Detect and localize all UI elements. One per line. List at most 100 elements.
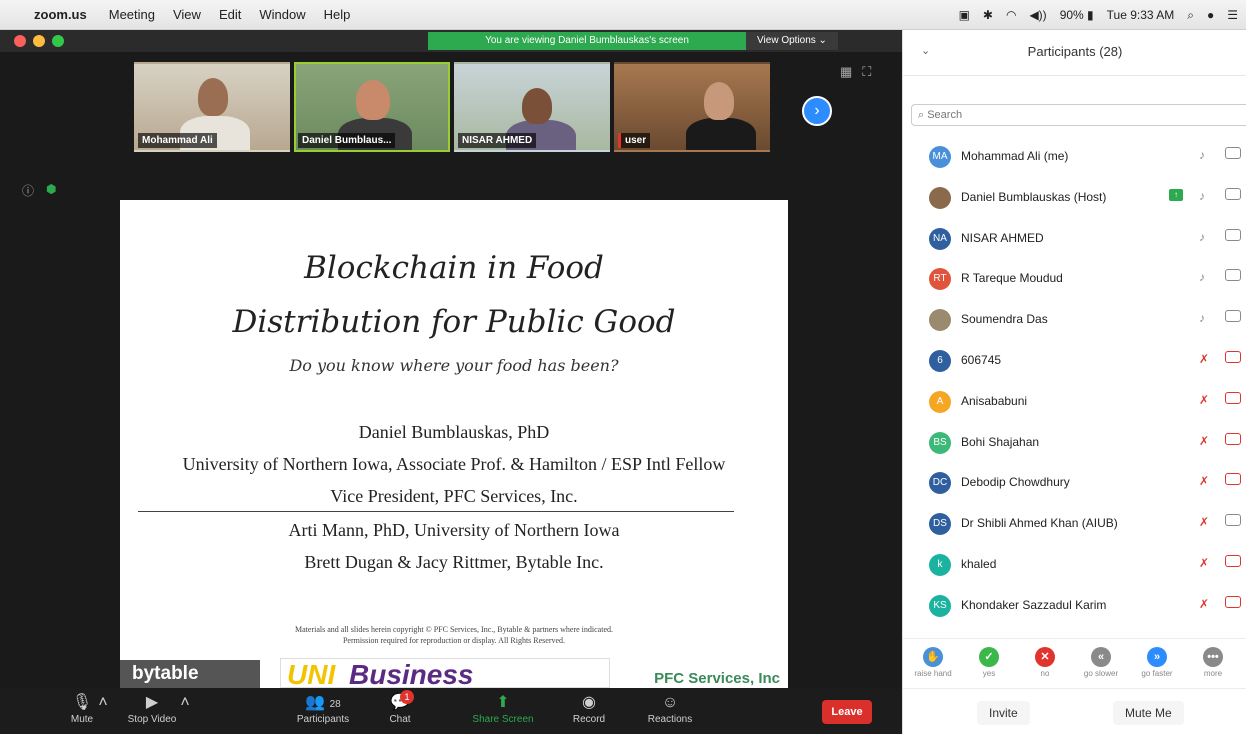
feedback-label: yes — [982, 669, 996, 678]
info-icon[interactable]: ⓘ — [22, 182, 34, 199]
feedback-go-slower-button[interactable]: « go slower — [1079, 647, 1123, 678]
siri-icon[interactable]: ● — [1207, 8, 1214, 22]
menu-window[interactable]: Window — [259, 7, 305, 22]
menu-edit[interactable]: Edit — [219, 7, 241, 22]
menu-help[interactable]: Help — [324, 7, 351, 22]
muted-microphone-icon[interactable]: ✗ — [1199, 434, 1209, 448]
muted-microphone-icon[interactable]: ✗ — [1199, 515, 1209, 529]
video-off-icon[interactable] — [1225, 391, 1241, 404]
video-off-icon[interactable] — [1225, 554, 1241, 567]
close-window-button[interactable] — [14, 35, 26, 47]
feedback-raise-hand-button[interactable]: ✋ raise hand — [911, 647, 955, 678]
feedback-go-faster-button[interactable]: » go faster — [1135, 647, 1179, 678]
next-page-arrow-icon[interactable]: › — [802, 96, 832, 126]
menu-app-zoom[interactable]: zoom.us — [34, 7, 87, 22]
speaker-view-icon[interactable]: ▦ — [840, 64, 852, 80]
participant-row[interactable]: BS Bohi Shajahan ✗ — [903, 424, 1246, 465]
fullscreen-icon[interactable]: ⛶ — [862, 64, 871, 80]
participant-name: Khondaker Sazzadul Karim — [961, 597, 1107, 612]
participant-row[interactable]: DS Dr Shibli Ahmed Khan (AIUB) ✗ — [903, 505, 1246, 546]
participant-row[interactable]: NA NISAR AHMED ♪ — [903, 220, 1246, 261]
video-off-icon[interactable] — [1225, 473, 1241, 486]
stop-video-button[interactable]: ▶ Stop Video — [120, 692, 184, 725]
video-camera-icon[interactable] — [1225, 187, 1241, 200]
wifi-icon[interactable]: ◠ — [1006, 8, 1016, 22]
video-figure — [522, 88, 552, 124]
slide-copyright: Materials and all slides herein copyrigh… — [120, 624, 788, 646]
feedback-label: raise hand — [914, 669, 952, 678]
battery-status[interactable]: 90% ▮ — [1060, 8, 1094, 22]
microphone-icon[interactable]: ♪ — [1199, 230, 1205, 244]
viewing-screen-banner: You are viewing Daniel Bumblauskas's scr… — [428, 32, 746, 50]
muted-microphone-icon[interactable]: ✗ — [1199, 556, 1209, 570]
microphone-icon[interactable]: ♪ — [1199, 148, 1205, 162]
invite-button[interactable]: Invite — [977, 701, 1030, 725]
chat-icon: 💬 1 — [382, 690, 418, 714]
video-thumbnail[interactable]: Mohammad Ali — [134, 62, 290, 152]
muted-microphone-icon[interactable]: ✗ — [1199, 393, 1209, 407]
participant-row[interactable]: k khaled ✗ — [903, 546, 1246, 587]
muted-microphone-icon[interactable]: ✗ — [1199, 352, 1209, 366]
chat-button[interactable]: 💬 1 Chat — [382, 690, 418, 725]
record-button[interactable]: ◉ Record — [564, 692, 614, 725]
video-off-icon[interactable] — [1225, 432, 1241, 445]
minimize-window-button[interactable] — [33, 35, 45, 47]
participant-row[interactable]: 6 606745 ✗ — [903, 342, 1246, 383]
menu-view[interactable]: View — [173, 7, 201, 22]
participant-row[interactable]: RT R Tareque Moudud ♪ — [903, 260, 1246, 301]
participants-icon: 👥 28 — [305, 694, 341, 711]
participant-row[interactable]: A Anisababuni ✗ — [903, 383, 1246, 424]
video-camera-icon[interactable] — [1225, 228, 1241, 241]
menubar-status: ▣ ✱ ◠ ◀)) 90% ▮ Tue 9:33 AM ⌕ ● ☰ — [959, 0, 1238, 30]
spotlight-search-icon[interactable]: ⌕ — [1187, 8, 1194, 23]
view-options-button[interactable]: View Options ⌄ — [746, 32, 838, 50]
video-camera-icon[interactable] — [1225, 310, 1241, 323]
shared-slide: Blockchain in Food Distribution for Publ… — [120, 200, 788, 688]
stop-video-label: Stop Video — [127, 714, 177, 725]
video-camera-icon[interactable] — [1225, 514, 1241, 527]
participant-row[interactable]: KS Khondaker Sazzadul Karim ✗ — [903, 587, 1246, 628]
muted-microphone-icon[interactable]: ✗ — [1199, 597, 1209, 611]
leave-meeting-button[interactable]: Leave — [822, 700, 872, 724]
avatar: NA — [929, 227, 951, 250]
video-options-chevron-icon[interactable]: ˄ — [178, 692, 192, 714]
volume-icon[interactable]: ◀)) — [1029, 8, 1046, 22]
participant-row[interactable]: DC Debodip Chowdhury ✗ — [903, 464, 1246, 505]
share-screen-button[interactable]: ⬆ Share Screen — [462, 692, 544, 725]
feedback-more-button[interactable]: ••• more — [1191, 647, 1235, 678]
microphone-icon[interactable]: ♪ — [1199, 270, 1205, 284]
muted-microphone-icon[interactable]: ✗ — [1199, 474, 1209, 488]
participant-row[interactable]: MA Mohammad Ali (me) ♪ — [903, 138, 1246, 179]
security-indicators: ⓘ ⬢ — [22, 182, 57, 199]
participant-row[interactable]: Soumendra Das ♪ — [903, 301, 1246, 342]
clock[interactable]: Tue 9:33 AM — [1107, 8, 1175, 22]
audio-options-chevron-icon[interactable]: ˄ — [96, 692, 110, 714]
video-camera-icon[interactable] — [1225, 147, 1241, 159]
zoom-window-button[interactable] — [52, 35, 64, 47]
encryption-shield-icon[interactable]: ⬢ — [46, 182, 56, 199]
video-thumbnail[interactable]: NISAR AHMED — [454, 62, 610, 152]
reactions-button[interactable]: ☺ Reactions — [640, 692, 700, 725]
video-camera-icon[interactable] — [1225, 269, 1241, 282]
avatar: KS — [929, 594, 951, 617]
microphone-icon[interactable]: ♪ — [1199, 311, 1205, 325]
share-screen-icon: ⬆ — [496, 694, 510, 711]
video-figure — [356, 80, 390, 120]
menu-meeting[interactable]: Meeting — [109, 7, 155, 22]
notification-center-icon[interactable]: ☰ — [1227, 8, 1238, 22]
more-icon: ••• — [1203, 647, 1223, 667]
participant-search-input[interactable]: ⌕ Search — [911, 104, 1246, 126]
video-thumbnail[interactable]: user — [614, 62, 770, 152]
bluetooth-icon[interactable]: ✱ — [983, 8, 993, 22]
mute-me-button[interactable]: Mute Me — [1113, 701, 1184, 725]
feedback-yes-button[interactable]: ✓ yes — [967, 647, 1011, 678]
participant-row[interactable]: Daniel Bumblauskas (Host) ↑ ♪ — [903, 179, 1246, 220]
zoom-status-icon[interactable]: ▣ — [959, 8, 970, 22]
microphone-icon[interactable]: ♪ — [1199, 189, 1205, 203]
video-thumbnail[interactable]: Daniel Bumblaus... — [294, 62, 450, 152]
participants-button[interactable]: 👥 28 Participants — [286, 692, 360, 725]
feedback-no-button[interactable]: ✕ no — [1023, 647, 1067, 678]
slide-author: Daniel Bumblauskas, PhD — [358, 422, 550, 442]
video-off-icon[interactable] — [1225, 350, 1241, 363]
video-off-icon[interactable] — [1225, 595, 1241, 608]
